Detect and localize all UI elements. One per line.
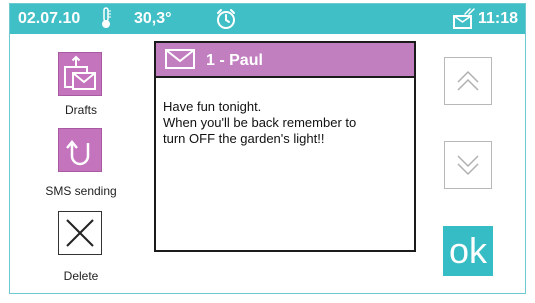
chevron-down-icon <box>457 155 479 176</box>
scroll-down-button[interactable] <box>444 141 492 189</box>
message-header: 1 - Paul <box>156 43 414 78</box>
drafts-label: Drafts <box>64 103 97 117</box>
message-status-icon <box>452 8 476 35</box>
status-bar: 02.07.10 30,3° 11:18 <box>10 4 525 34</box>
envelope-icon <box>165 49 195 74</box>
message-line: turn OFF the garden's light!! <box>163 131 325 146</box>
device-screen: 02.07.10 30,3° 11:18 Drafts SMS sending … <box>9 3 526 294</box>
drafts-icon <box>64 55 96 90</box>
send-icon <box>66 140 90 166</box>
message-sender: 1 - Paul <box>206 52 263 69</box>
date-text: 02.07.10 <box>18 10 81 27</box>
message-panel: 1 - Paul Have fun tonight. When you'll b… <box>154 41 416 252</box>
thermometer-icon <box>100 7 112 34</box>
delete-button[interactable] <box>58 211 102 255</box>
temperature-text: 30,3° <box>134 10 172 27</box>
sms-sending-button[interactable] <box>58 128 102 172</box>
sms-sending-label: SMS sending <box>45 184 117 198</box>
scroll-up-button[interactable] <box>444 57 492 105</box>
chevron-up-icon <box>457 70 479 91</box>
time-text: 11:18 <box>478 10 519 27</box>
message-line: When you'll be back remember to <box>163 115 357 130</box>
delete-label: Delete <box>63 269 99 283</box>
message-line: Have fun tonight. <box>163 99 262 114</box>
message-body: Have fun tonight. When you'll be back re… <box>163 99 411 147</box>
alarm-clock-icon <box>215 8 237 35</box>
close-icon <box>66 219 94 247</box>
ok-button[interactable]: ok <box>443 226 493 276</box>
drafts-button[interactable] <box>58 52 102 96</box>
